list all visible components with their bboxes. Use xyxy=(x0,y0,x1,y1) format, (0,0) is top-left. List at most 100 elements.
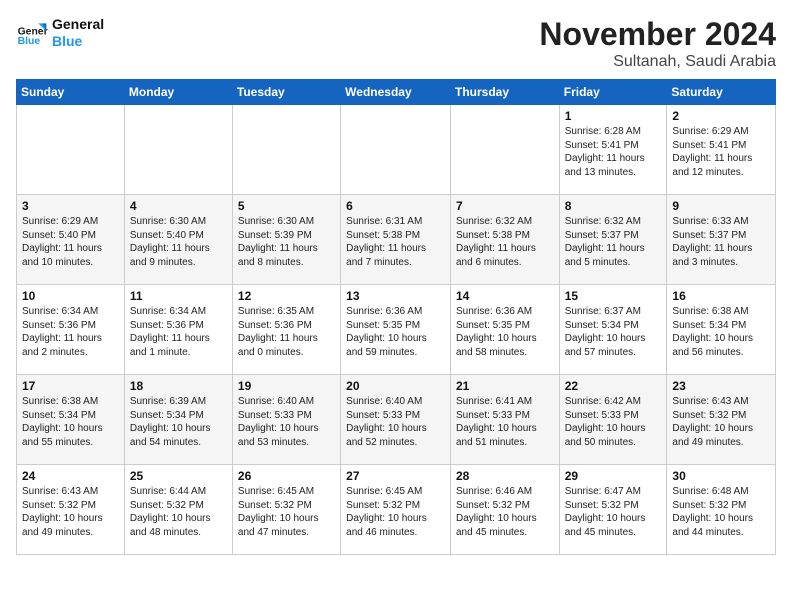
day-number: 14 xyxy=(456,289,554,303)
calendar-cell: 29 Sunrise: 6:47 AM Sunset: 5:32 PM Dayli… xyxy=(559,465,667,555)
day-info: Sunrise: 6:41 AM Sunset: 5:33 PM Dayligh… xyxy=(456,395,554,449)
day-info: Sunrise: 6:30 AM Sunset: 5:39 PM Dayligh… xyxy=(238,215,335,269)
week-row-5: 24 Sunrise: 6:43 AM Sunset: 5:32 PM Dayli… xyxy=(17,465,776,555)
day-info: Sunrise: 6:43 AM Sunset: 5:32 PM Dayligh… xyxy=(672,395,770,449)
day-info: Sunrise: 6:35 AM Sunset: 5:36 PM Dayligh… xyxy=(238,305,335,359)
calendar-cell: 16Sunrise: 6:38 AM Sunset: 5:34 PM Dayli… xyxy=(667,285,776,375)
calendar-cell: 27 Sunrise: 6:45 AM Sunset: 5:32 PM Dayli… xyxy=(341,465,451,555)
day-info: Sunrise: 6:43 AM Sunset: 5:32 PM Dayligh… xyxy=(22,485,119,539)
day-number: 18 xyxy=(130,379,227,393)
header-friday: Friday xyxy=(559,80,667,105)
month-title: November 2024 xyxy=(539,16,776,53)
calendar-cell: 23Sunrise: 6:43 AM Sunset: 5:32 PM Dayli… xyxy=(667,375,776,465)
day-info: Sunrise: 6:40 AM Sunset: 5:33 PM Dayligh… xyxy=(346,395,445,449)
calendar-cell: 11 Sunrise: 6:34 AM Sunset: 5:36 PM Dayli… xyxy=(124,285,232,375)
calendar-cell: 18 Sunrise: 6:39 AM Sunset: 5:34 PM Dayli… xyxy=(124,375,232,465)
day-number: 2 xyxy=(672,109,770,123)
logo-line1: General xyxy=(52,16,104,33)
calendar-cell: 15 Sunrise: 6:37 AM Sunset: 5:34 PM Dayli… xyxy=(559,285,667,375)
day-info: Sunrise: 6:31 AM Sunset: 5:38 PM Dayligh… xyxy=(346,215,445,269)
day-info: Sunrise: 6:30 AM Sunset: 5:40 PM Dayligh… xyxy=(130,215,227,269)
day-number: 15 xyxy=(565,289,662,303)
page-header: General Blue General Blue November 2024 … xyxy=(16,16,776,71)
header-tuesday: Tuesday xyxy=(232,80,340,105)
week-row-1: 1 Sunrise: 6:28 AM Sunset: 5:41 PM Daylig… xyxy=(17,105,776,195)
day-info: Sunrise: 6:45 AM Sunset: 5:32 PM Dayligh… xyxy=(346,485,445,539)
day-number: 19 xyxy=(238,379,335,393)
day-info: Sunrise: 6:39 AM Sunset: 5:34 PM Dayligh… xyxy=(130,395,227,449)
day-number: 12 xyxy=(238,289,335,303)
day-number: 1 xyxy=(565,109,662,123)
calendar-cell: 30Sunrise: 6:48 AM Sunset: 5:32 PM Dayli… xyxy=(667,465,776,555)
day-number: 5 xyxy=(238,199,335,213)
calendar-cell: 28Sunrise: 6:46 AM Sunset: 5:32 PM Dayli… xyxy=(450,465,559,555)
calendar-header-row: SundayMondayTuesdayWednesdayThursdayFrid… xyxy=(17,80,776,105)
calendar-cell: 1 Sunrise: 6:28 AM Sunset: 5:41 PM Daylig… xyxy=(559,105,667,195)
calendar-cell: 19 Sunrise: 6:40 AM Sunset: 5:33 PM Dayli… xyxy=(232,375,340,465)
logo-icon: General Blue xyxy=(16,17,48,49)
calendar-cell: 13 Sunrise: 6:36 AM Sunset: 5:35 PM Dayli… xyxy=(341,285,451,375)
header-wednesday: Wednesday xyxy=(341,80,451,105)
header-saturday: Saturday xyxy=(667,80,776,105)
calendar-cell: 3Sunrise: 6:29 AM Sunset: 5:40 PM Daylig… xyxy=(17,195,125,285)
calendar-cell: 14 Sunrise: 6:36 AM Sunset: 5:35 PM Dayli… xyxy=(450,285,559,375)
day-info: Sunrise: 6:46 AM Sunset: 5:32 PM Dayligh… xyxy=(456,485,554,539)
calendar-cell: 10 Sunrise: 6:34 AM Sunset: 5:36 PM Dayli… xyxy=(17,285,125,375)
calendar-cell: 22 Sunrise: 6:42 AM Sunset: 5:33 PM Dayli… xyxy=(559,375,667,465)
logo: General Blue General Blue xyxy=(16,16,104,50)
calendar-cell xyxy=(124,105,232,195)
day-number: 26 xyxy=(238,469,335,483)
day-info: Sunrise: 6:45 AM Sunset: 5:32 PM Dayligh… xyxy=(238,485,335,539)
day-number: 21 xyxy=(456,379,554,393)
day-number: 7 xyxy=(456,199,554,213)
day-number: 29 xyxy=(565,469,662,483)
calendar-cell: 17 Sunrise: 6:38 AM Sunset: 5:34 PM Dayli… xyxy=(17,375,125,465)
week-row-2: 3Sunrise: 6:29 AM Sunset: 5:40 PM Daylig… xyxy=(17,195,776,285)
calendar-cell: 12 Sunrise: 6:35 AM Sunset: 5:36 PM Dayli… xyxy=(232,285,340,375)
calendar-cell: 2Sunrise: 6:29 AM Sunset: 5:41 PM Daylig… xyxy=(667,105,776,195)
day-info: Sunrise: 6:32 AM Sunset: 5:38 PM Dayligh… xyxy=(456,215,554,269)
day-number: 24 xyxy=(22,469,119,483)
day-info: Sunrise: 6:36 AM Sunset: 5:35 PM Dayligh… xyxy=(346,305,445,359)
calendar-cell: 24 Sunrise: 6:43 AM Sunset: 5:32 PM Dayli… xyxy=(17,465,125,555)
day-number: 22 xyxy=(565,379,662,393)
calendar-cell: 25 Sunrise: 6:44 AM Sunset: 5:32 PM Dayli… xyxy=(124,465,232,555)
calendar-cell: 6Sunrise: 6:31 AM Sunset: 5:38 PM Daylig… xyxy=(341,195,451,285)
day-info: Sunrise: 6:42 AM Sunset: 5:33 PM Dayligh… xyxy=(565,395,662,449)
day-info: Sunrise: 6:34 AM Sunset: 5:36 PM Dayligh… xyxy=(22,305,119,359)
calendar-cell: 20Sunrise: 6:40 AM Sunset: 5:33 PM Dayli… xyxy=(341,375,451,465)
logo-line2: Blue xyxy=(52,33,104,50)
day-info: Sunrise: 6:34 AM Sunset: 5:36 PM Dayligh… xyxy=(130,305,227,359)
day-info: Sunrise: 6:36 AM Sunset: 5:35 PM Dayligh… xyxy=(456,305,554,359)
header-monday: Monday xyxy=(124,80,232,105)
day-info: Sunrise: 6:37 AM Sunset: 5:34 PM Dayligh… xyxy=(565,305,662,359)
calendar-cell: 9 Sunrise: 6:33 AM Sunset: 5:37 PM Daylig… xyxy=(667,195,776,285)
day-info: Sunrise: 6:47 AM Sunset: 5:32 PM Dayligh… xyxy=(565,485,662,539)
day-number: 9 xyxy=(672,199,770,213)
calendar-cell: 26 Sunrise: 6:45 AM Sunset: 5:32 PM Dayli… xyxy=(232,465,340,555)
day-info: Sunrise: 6:38 AM Sunset: 5:34 PM Dayligh… xyxy=(22,395,119,449)
day-number: 4 xyxy=(130,199,227,213)
day-number: 11 xyxy=(130,289,227,303)
day-number: 17 xyxy=(22,379,119,393)
location-subtitle: Sultanah, Saudi Arabia xyxy=(539,53,776,71)
day-number: 13 xyxy=(346,289,445,303)
day-number: 27 xyxy=(346,469,445,483)
day-info: Sunrise: 6:40 AM Sunset: 5:33 PM Dayligh… xyxy=(238,395,335,449)
week-row-4: 17 Sunrise: 6:38 AM Sunset: 5:34 PM Dayli… xyxy=(17,375,776,465)
calendar-cell: 4 Sunrise: 6:30 AM Sunset: 5:40 PM Daylig… xyxy=(124,195,232,285)
calendar-table: SundayMondayTuesdayWednesdayThursdayFrid… xyxy=(16,79,776,555)
day-info: Sunrise: 6:44 AM Sunset: 5:32 PM Dayligh… xyxy=(130,485,227,539)
day-number: 10 xyxy=(22,289,119,303)
day-number: 16 xyxy=(672,289,770,303)
calendar-cell: 21 Sunrise: 6:41 AM Sunset: 5:33 PM Dayli… xyxy=(450,375,559,465)
header-sunday: Sunday xyxy=(17,80,125,105)
day-info: Sunrise: 6:48 AM Sunset: 5:32 PM Dayligh… xyxy=(672,485,770,539)
day-info: Sunrise: 6:28 AM Sunset: 5:41 PM Dayligh… xyxy=(565,125,662,179)
calendar-cell: 7 Sunrise: 6:32 AM Sunset: 5:38 PM Daylig… xyxy=(450,195,559,285)
day-number: 25 xyxy=(130,469,227,483)
svg-text:Blue: Blue xyxy=(18,36,41,47)
day-info: Sunrise: 6:33 AM Sunset: 5:37 PM Dayligh… xyxy=(672,215,770,269)
day-info: Sunrise: 6:29 AM Sunset: 5:40 PM Dayligh… xyxy=(22,215,119,269)
header-thursday: Thursday xyxy=(450,80,559,105)
